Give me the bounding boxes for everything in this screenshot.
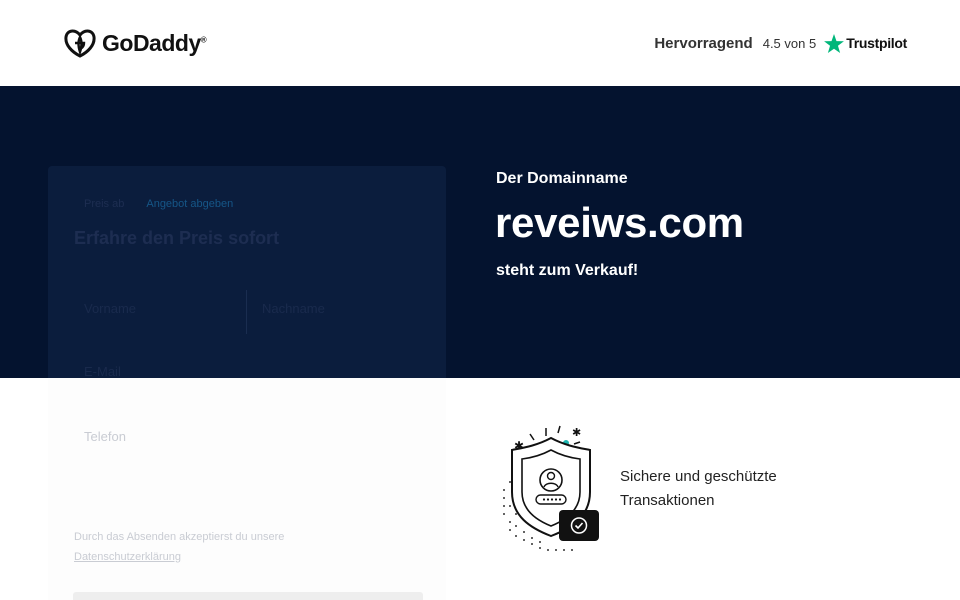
svg-text:✱: ✱ <box>572 426 581 439</box>
privacy-link[interactable]: Datenschutzerklärung <box>74 551 181 563</box>
form-step-2: Angebot abgeben <box>146 198 234 210</box>
phone-field[interactable]: Telefon <box>84 429 126 444</box>
domain-name-title: reveiws.com <box>495 199 744 246</box>
hero-subtitle: steht zum Verkauf! <box>496 262 639 279</box>
form-title: Erfahre den Preis sofort <box>74 228 280 248</box>
trustpilot-star-icon <box>824 33 845 53</box>
godaddy-logo[interactable]: GoDaddy® <box>64 28 207 58</box>
last-name-field[interactable]: Nachname <box>262 301 325 316</box>
field-divider <box>246 290 247 334</box>
price-form-card-lower <box>48 378 446 600</box>
trustpilot-widget[interactable]: Hervorragend 4.5 von 5 Trustpilot <box>654 33 907 53</box>
hero-kicker: Der Domainname <box>496 170 628 187</box>
first-name-field[interactable]: Vorname <box>84 301 136 316</box>
secure-transaction-illustration: ✱ ✱ <box>496 420 606 565</box>
logo-text: GoDaddy® <box>102 29 207 56</box>
secure-transactions-text: Sichere und geschützte Transaktionen <box>620 468 777 509</box>
form-step-1: Preis ab <box>84 198 125 210</box>
godaddy-logo-icon <box>64 29 96 58</box>
trustpilot-brand-label: Trustpilot <box>846 35 907 51</box>
email-field[interactable]: E-Mail <box>84 364 121 379</box>
submit-button[interactable] <box>73 592 423 600</box>
shield-secure-icon: ✱ ✱ <box>503 425 599 551</box>
trustpilot-rating-word: Hervorragend <box>654 34 753 52</box>
trustpilot-brand: Trustpilot <box>824 33 907 53</box>
terms-text: Durch das Absenden akzeptierst du unsere <box>74 531 285 543</box>
page: GoDaddy® Hervorragend 4.5 von 5 Trustpil… <box>0 0 960 600</box>
site-header: GoDaddy® Hervorragend 4.5 von 5 Trustpil… <box>0 0 960 86</box>
form-steps: Preis ab Angebot abgeben <box>84 198 233 210</box>
trustpilot-score: 4.5 von 5 <box>762 35 817 51</box>
